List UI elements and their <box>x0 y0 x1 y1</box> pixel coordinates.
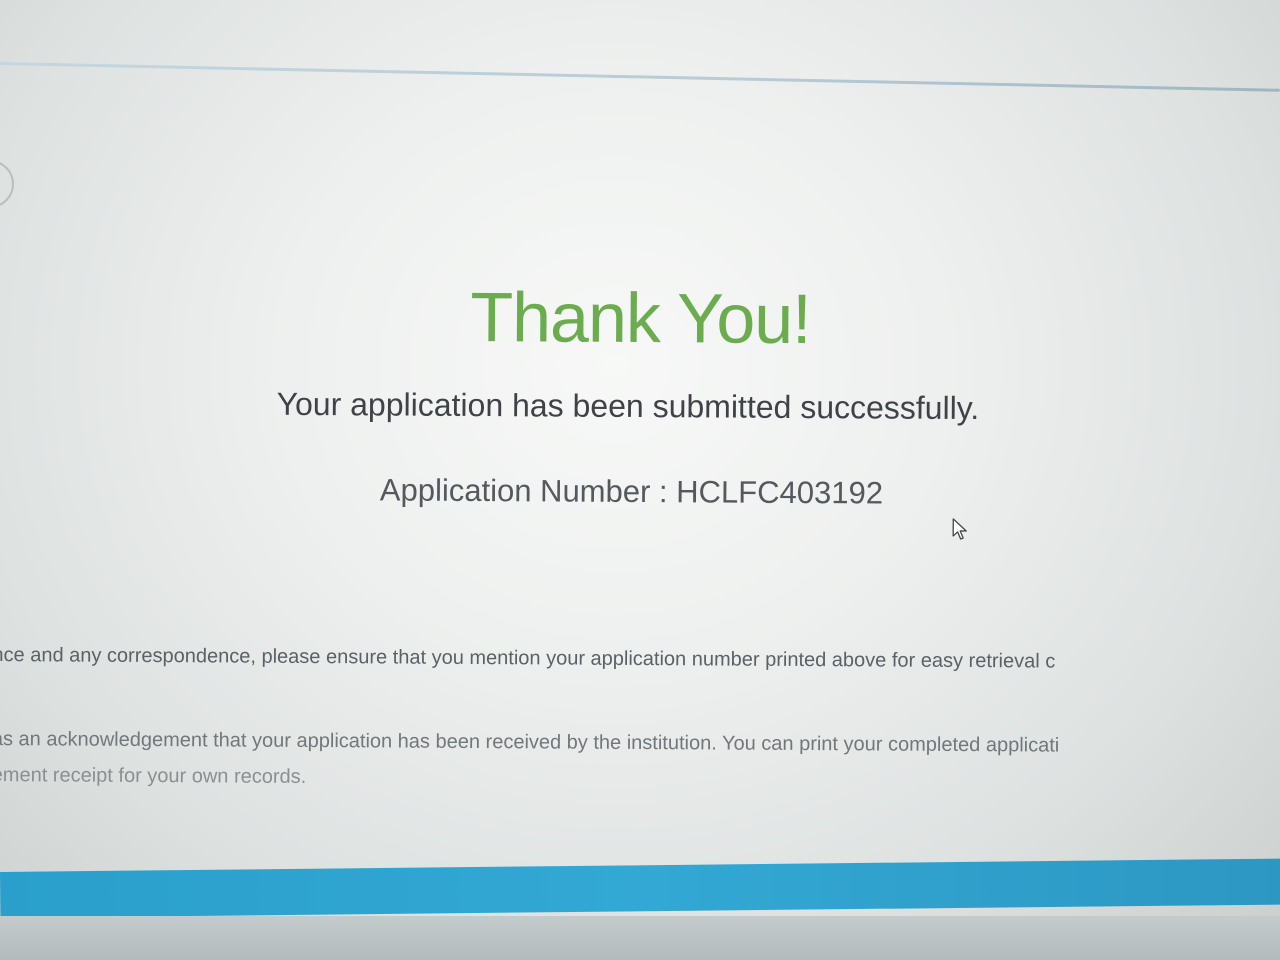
correspondence-note: nce and any correspondence, please ensur… <box>0 644 1056 673</box>
receipt-note: ement receipt for your own records. <box>0 764 307 788</box>
application-number-line: Application Number : HCLFC403192 <box>0 470 1264 514</box>
mouse-pointer-icon <box>952 518 967 540</box>
application-number-separator: : <box>650 474 677 510</box>
screen: Thank You! Your application has been sub… <box>0 0 1280 960</box>
application-number-label: Application Number <box>379 472 651 510</box>
acknowledgement-note: as an acknowledgement that your applicat… <box>0 728 1060 757</box>
thank-you-heading: Thank You! <box>470 277 811 359</box>
confirmation-panel: Thank You! Your application has been sub… <box>0 0 1280 960</box>
application-number-value: HCLFC403192 <box>676 474 884 511</box>
screen-bezel <box>0 916 1280 960</box>
success-message: Your application has been submitted succ… <box>276 385 980 427</box>
